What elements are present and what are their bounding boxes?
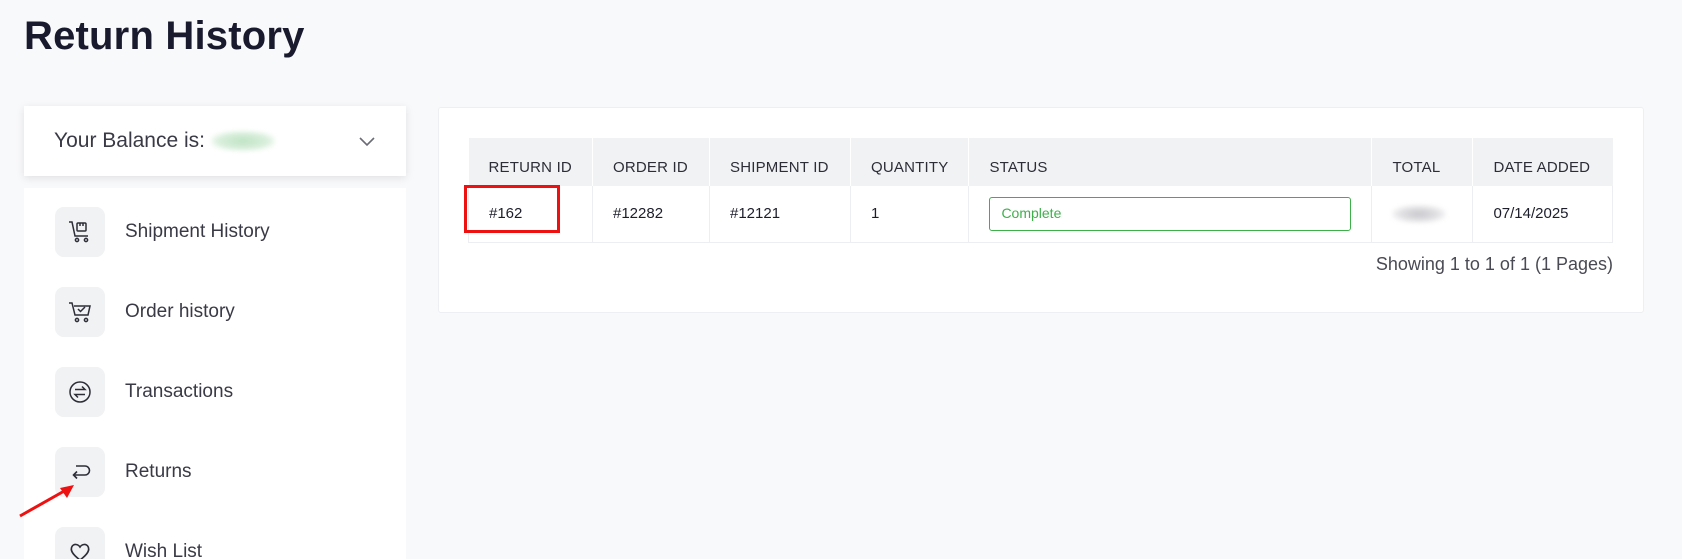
sidebar-item-shipment-history[interactable]: Shipment History (55, 206, 270, 258)
sidebar-item-label: Shipment History (125, 221, 270, 242)
pagination-summary: Showing 1 to 1 of 1 (1 Pages) (1375, 254, 1613, 274)
column-header-total: TOTAL (1371, 138, 1474, 186)
return-history-panel: RETURN ID ORDER ID SHIPMENT ID QUANTITY … (438, 107, 1644, 313)
cell-quantity: 1 (850, 186, 970, 243)
balance-label: Your Balance is: (54, 129, 205, 152)
table-row[interactable]: #162 #12282 #12121 1 Complete 07/14/2025 (468, 186, 1613, 243)
exchange-icon (55, 367, 105, 417)
page-title: Return History (24, 14, 305, 58)
sidebar-item-label: Transactions (125, 381, 234, 402)
cell-total (1371, 186, 1474, 243)
column-header-status: STATUS (968, 138, 1373, 186)
cell-return-id[interactable]: #162 (468, 186, 593, 243)
sidebar-item-order-history[interactable]: Order history (55, 286, 235, 338)
balance-dropdown[interactable]: Your Balance is: (24, 106, 406, 176)
chevron-down-icon (359, 137, 375, 147)
cell-status: Complete (968, 186, 1373, 243)
sidebar-item-wish-list[interactable]: Wish List (55, 526, 202, 559)
sidebar-item-label: Returns (125, 461, 192, 482)
column-header-quantity: QUANTITY (850, 138, 970, 186)
cell-date-added: 07/14/2025 (1472, 186, 1613, 243)
returns-table: RETURN ID ORDER ID SHIPMENT ID QUANTITY … (468, 138, 1613, 243)
sidebar-item-transactions[interactable]: Transactions (55, 366, 233, 418)
annotation-arrow (19, 485, 74, 518)
shipment-cart-icon (55, 207, 105, 257)
cart-check-icon (55, 287, 105, 337)
sidebar-item-label: Order history (125, 301, 235, 322)
heart-icon (55, 527, 105, 559)
column-header-shipment-id: SHIPMENT ID (709, 138, 851, 186)
cell-order-id: #12282 (592, 186, 710, 243)
column-header-return-id: RETURN ID (468, 138, 593, 186)
column-header-order-id: ORDER ID (592, 138, 710, 186)
page: Return History Your Balance is: Shipment… (0, 0, 1682, 559)
total-value-redacted (1392, 204, 1447, 223)
column-header-date-added: DATE ADDED (1472, 138, 1613, 186)
table-header-row: RETURN ID ORDER ID SHIPMENT ID QUANTITY … (468, 138, 1613, 186)
cell-shipment-id: #12121 (709, 186, 851, 243)
status-badge: Complete (989, 196, 1352, 231)
sidebar-item-label: Wish List (125, 541, 203, 559)
balance-value-redacted (211, 131, 275, 151)
